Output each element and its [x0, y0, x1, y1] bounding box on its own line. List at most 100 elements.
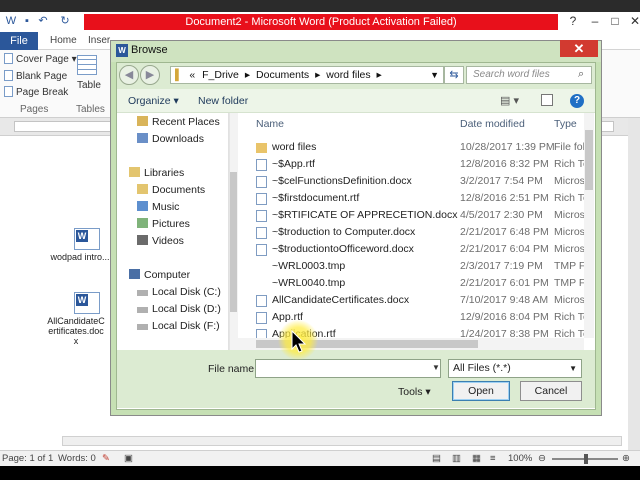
- outline-icon[interactable]: ≡: [490, 451, 496, 467]
- full-screen-icon[interactable]: ▥: [452, 451, 461, 467]
- navigation-scroll-thumb[interactable]: [230, 172, 237, 312]
- nav-computer[interactable]: Computer: [129, 267, 190, 283]
- file-type: Micros: [554, 209, 584, 221]
- zoom-out-icon[interactable]: ⊖: [538, 451, 546, 467]
- nav-downloads[interactable]: Downloads: [137, 131, 204, 147]
- file-row[interactable]: ~$celFunctionsDefinition.docx 3/2/2017 7:…: [240, 173, 584, 190]
- file-row[interactable]: ~$App.rtf 12/8/2016 8:32 PM Rich Te: [240, 156, 584, 173]
- file-row[interactable]: ~WRL0040.tmp 2/21/2017 6:01 PM TMP Fi: [240, 275, 584, 292]
- breadcrumb-f-drive[interactable]: F_Drive: [202, 69, 239, 81]
- nav-recent-places[interactable]: Recent Places: [137, 114, 220, 130]
- undo-icon[interactable]: ↶: [36, 14, 50, 28]
- macro-icon[interactable]: ▣: [124, 451, 133, 467]
- file-row[interactable]: ~$RTIFICATE OF APPRECETION.docx 4/5/2017 …: [240, 207, 584, 224]
- nav-music[interactable]: Music: [137, 199, 179, 215]
- dialog-title-bar[interactable]: [110, 40, 602, 62]
- forward-arrow-icon[interactable]: ▶: [140, 65, 160, 85]
- word-horizontal-scrollbar[interactable]: [62, 436, 622, 446]
- tab-home[interactable]: Home: [50, 32, 77, 50]
- redo-icon[interactable]: ↻: [58, 14, 72, 28]
- file-row[interactable]: ~$troduction to Computer.docx 2/21/2017 6…: [240, 224, 584, 241]
- file-row[interactable]: ~WRL0003.tmp 2/3/2017 7:19 PM TMP Fi: [240, 258, 584, 275]
- search-icon[interactable]: ⌕: [578, 68, 584, 81]
- tab-file[interactable]: File: [0, 32, 38, 50]
- table-icon[interactable]: [77, 55, 97, 75]
- file-name: ~WRL0003.tmp: [272, 260, 346, 272]
- word-document-icon[interactable]: [74, 292, 100, 314]
- new-folder-button[interactable]: New folder: [198, 95, 248, 107]
- breadcrumb-word-files[interactable]: word files: [326, 69, 370, 81]
- nav-libraries[interactable]: Libraries: [129, 165, 184, 181]
- column-date-modified[interactable]: Date modified: [460, 118, 525, 130]
- breadcrumb-separator-icon[interactable]: ▸: [315, 69, 320, 81]
- proofing-icon[interactable]: ✎: [102, 451, 110, 467]
- nav-disk-c[interactable]: Local Disk (C:): [137, 284, 221, 300]
- address-bar[interactable]: ▌ « F_Drive ▸ Documents ▸ word files ▸ ▼: [170, 66, 444, 84]
- tmp-file-icon: [256, 278, 267, 290]
- file-row[interactable]: AllCandidateCertificates.docx 7/10/2017 9…: [240, 292, 584, 309]
- file-type: TMP Fi: [554, 260, 584, 272]
- save-icon[interactable]: ▪: [20, 14, 34, 28]
- dialog-close-button[interactable]: ✕: [560, 40, 598, 57]
- recent-places-icon: [137, 116, 148, 126]
- file-type: Micros: [554, 294, 584, 306]
- zoom-in-icon[interactable]: ⊕: [622, 451, 630, 467]
- document-icon: [256, 244, 267, 256]
- refresh-icon[interactable]: ⇆: [444, 66, 464, 84]
- page-count[interactable]: Page: 1 of 1: [2, 451, 53, 467]
- file-name: ~$troduction to Computer.docx: [272, 226, 416, 238]
- file-type-filter[interactable]: All Files (*.*) ▼: [448, 359, 582, 378]
- folder-icon: ▌: [175, 69, 183, 81]
- nav-disk-f[interactable]: Local Disk (F:): [137, 318, 220, 334]
- filter-dropdown-icon[interactable]: ▼: [569, 360, 577, 377]
- file-list-scroll-thumb[interactable]: [585, 130, 593, 190]
- word-count[interactable]: Words: 0: [58, 451, 96, 467]
- close-icon[interactable]: ✕: [624, 12, 640, 30]
- file-name-dropdown-icon[interactable]: ▼: [432, 363, 440, 372]
- table-button-label[interactable]: Table: [77, 80, 101, 91]
- word-vertical-scrollbar[interactable]: [628, 118, 640, 450]
- help-icon[interactable]: ?: [562, 12, 584, 30]
- view-options-icon[interactable]: ▤ ▾: [500, 94, 519, 107]
- address-overflow-chevron[interactable]: «: [189, 69, 195, 81]
- column-name[interactable]: Name: [256, 118, 284, 130]
- cover-page-button[interactable]: Cover Page ▾: [4, 53, 77, 67]
- file-row[interactable]: ~$troductiontoOfficeword.docx 2/21/2017 6…: [240, 241, 584, 258]
- zoom-slider-handle[interactable]: [584, 454, 588, 464]
- print-layout-icon[interactable]: ▤: [432, 451, 441, 467]
- document-icon: [256, 193, 267, 205]
- desktop-file-label[interactable]: wodpad intro...: [50, 252, 110, 262]
- downloads-icon: [137, 133, 148, 143]
- word-document-icon[interactable]: [74, 228, 100, 250]
- zoom-level[interactable]: 100%: [508, 451, 532, 467]
- column-type[interactable]: Type: [554, 118, 577, 130]
- page-break-button[interactable]: Page Break: [4, 86, 68, 100]
- file-type: Rich Te: [554, 192, 584, 204]
- tab-insert[interactable]: Inser: [88, 32, 110, 50]
- breadcrumb-separator-icon[interactable]: ▸: [377, 69, 382, 81]
- desktop-file-label[interactable]: AllCandidateCertificates.docx: [46, 316, 106, 346]
- help-icon[interactable]: ?: [570, 94, 584, 108]
- organize-button[interactable]: Organize ▾: [128, 95, 179, 107]
- tools-button[interactable]: Tools ▾: [398, 386, 431, 398]
- nav-disk-d[interactable]: Local Disk (D:): [137, 301, 221, 317]
- cancel-button[interactable]: Cancel: [520, 381, 582, 401]
- breadcrumb-documents[interactable]: Documents: [256, 69, 309, 81]
- web-layout-icon[interactable]: ▦: [472, 451, 481, 467]
- nav-pictures[interactable]: Pictures: [137, 216, 190, 232]
- minimize-icon[interactable]: –: [584, 12, 606, 30]
- preview-pane-icon[interactable]: [541, 94, 553, 106]
- file-name-input[interactable]: [255, 359, 441, 378]
- nav-documents[interactable]: Documents: [137, 182, 205, 198]
- dialog-toolbar: [117, 89, 595, 113]
- file-row[interactable]: word files 10/28/2017 1:39 PM File fol: [240, 139, 584, 156]
- maximize-icon[interactable]: □: [604, 12, 626, 30]
- address-dropdown-icon[interactable]: ▼: [430, 67, 439, 83]
- file-row[interactable]: ~$firstdocument.rtf 12/8/2016 2:51 PM Rich…: [240, 190, 584, 207]
- breadcrumb-separator-icon[interactable]: ▸: [245, 69, 250, 81]
- search-input[interactable]: Search word files: [466, 66, 592, 84]
- back-arrow-icon[interactable]: ◀: [119, 65, 139, 85]
- nav-videos[interactable]: Videos: [137, 233, 184, 249]
- blank-page-button[interactable]: Blank Page: [4, 70, 67, 84]
- open-button[interactable]: Open: [452, 381, 510, 401]
